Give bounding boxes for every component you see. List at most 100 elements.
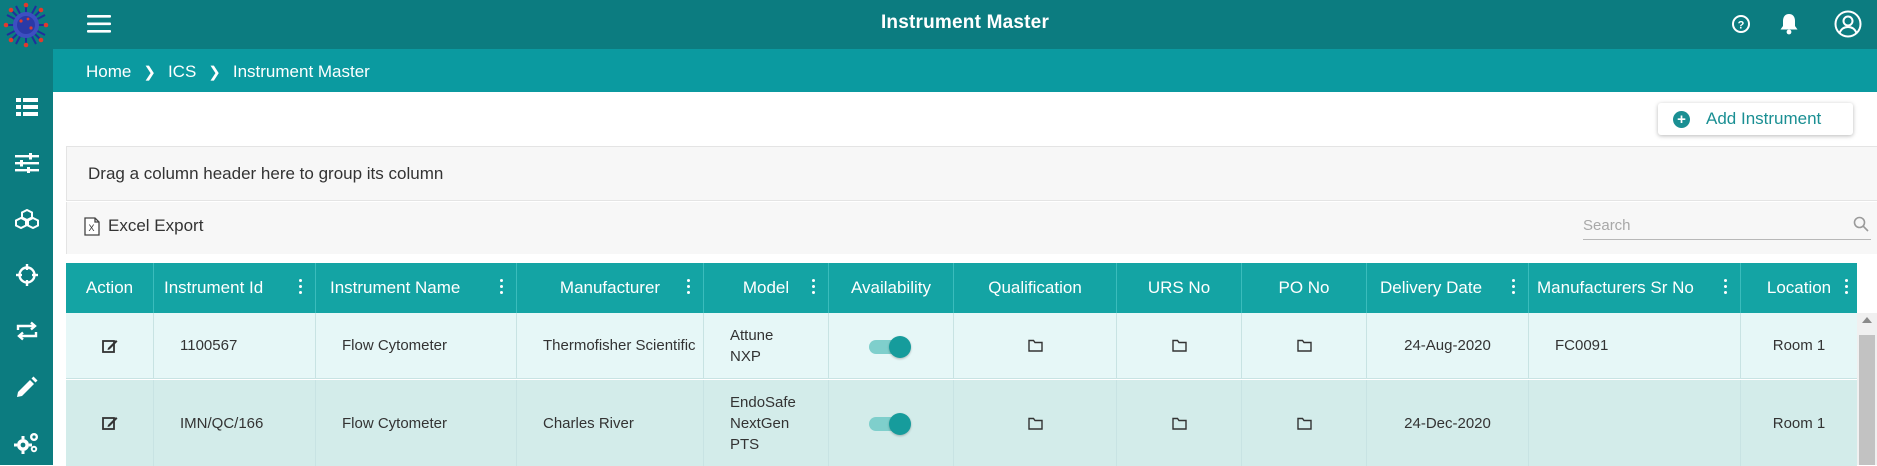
cell-location: Room 1 bbox=[1772, 414, 1826, 432]
sidebar bbox=[0, 0, 53, 465]
column-label: URS No bbox=[1147, 278, 1211, 297]
list-icon[interactable] bbox=[11, 91, 43, 123]
cell-delivery-date: 24-Aug-2020 bbox=[1367, 313, 1529, 378]
column-header-instrument-name[interactable]: Instrument Name bbox=[316, 263, 517, 313]
cell-availability bbox=[829, 313, 954, 378]
app-logo[interactable] bbox=[3, 2, 49, 48]
cell-action bbox=[66, 380, 154, 466]
pencil-icon[interactable] bbox=[11, 371, 43, 403]
cogs-icon[interactable] bbox=[11, 427, 43, 459]
column-header-location[interactable]: Location bbox=[1741, 263, 1857, 313]
scroll-up-icon[interactable] bbox=[1862, 317, 1872, 323]
cell-instrument-id: IMN/QC/166 bbox=[154, 380, 316, 466]
cell-delivery-date: 24-Dec-2020 bbox=[1367, 380, 1529, 466]
crosshair-icon[interactable] bbox=[11, 259, 43, 291]
column-header-manufacturers-sr-no[interactable]: Manufacturers Sr No bbox=[1529, 263, 1741, 313]
column-label: PO No bbox=[1278, 278, 1330, 297]
cell-po-no bbox=[1242, 313, 1367, 378]
cell-instrument-name: Flow Cytometer bbox=[316, 380, 517, 466]
table-row[interactable]: IMN/QC/166 Flow Cytometer Charles River … bbox=[66, 380, 1857, 466]
main-content: + Add Instrument Drag a column header he… bbox=[53, 92, 1877, 466]
column-menu-icon[interactable] bbox=[1724, 279, 1728, 295]
sliders-icon[interactable] bbox=[11, 147, 43, 179]
folder-icon[interactable] bbox=[1027, 417, 1043, 430]
search-icon[interactable] bbox=[1853, 216, 1869, 232]
sync-icon[interactable] bbox=[11, 315, 43, 347]
edit-icon[interactable] bbox=[101, 415, 118, 431]
column-header-model[interactable]: Model bbox=[704, 263, 829, 313]
column-header-instrument-id[interactable]: Instrument Id bbox=[154, 263, 316, 313]
chevron-right-icon: ❯ bbox=[208, 64, 221, 81]
top-bar: Instrument Master ? bbox=[53, 0, 1877, 49]
grid-toolbar: X Excel Export bbox=[66, 202, 1877, 254]
svg-text:?: ? bbox=[1738, 20, 1745, 32]
breadcrumb-bar: Home ❯ ICS ❯ Instrument Master bbox=[53, 49, 1877, 92]
cell-availability bbox=[829, 380, 954, 466]
column-header-manufacturer[interactable]: Manufacturer bbox=[517, 263, 704, 313]
search-input[interactable] bbox=[1583, 214, 1833, 236]
excel-export-button[interactable]: X Excel Export bbox=[84, 216, 203, 236]
column-label: Location bbox=[1766, 278, 1832, 297]
group-by-hint: Drag a column header here to group its c… bbox=[88, 164, 444, 183]
folder-icon[interactable] bbox=[1027, 339, 1043, 352]
help-icon[interactable]: ? bbox=[1728, 11, 1754, 37]
table-row[interactable]: 1100567 Flow Cytometer Thermofisher Scie… bbox=[66, 313, 1857, 379]
cell-manufacturer: Thermofisher Scientific bbox=[517, 313, 704, 378]
add-instrument-button[interactable]: + Add Instrument bbox=[1658, 103, 1853, 135]
column-header-qualification[interactable]: Qualification bbox=[954, 263, 1117, 313]
breadcrumb-current: Instrument Master bbox=[232, 62, 370, 81]
scrollbar-thumb[interactable] bbox=[1859, 335, 1875, 465]
cell-instrument-name: Flow Cytometer bbox=[316, 313, 517, 378]
search-box bbox=[1583, 210, 1871, 240]
cell-manufacturer-sr-no: FC0091 bbox=[1529, 313, 1741, 378]
column-menu-icon[interactable] bbox=[1845, 279, 1849, 295]
breadcrumb: Home ❯ ICS ❯ Instrument Master bbox=[86, 62, 370, 82]
column-header-urs-no[interactable]: URS No bbox=[1117, 263, 1242, 313]
cell-model: EndoSafe NextGen PTS bbox=[704, 380, 829, 466]
column-label: Qualification bbox=[988, 278, 1082, 297]
column-header-po-no[interactable]: PO No bbox=[1242, 263, 1367, 313]
svg-text:X: X bbox=[88, 223, 94, 233]
cell-manufacturer: Charles River bbox=[517, 380, 704, 466]
page-title: Instrument Master bbox=[880, 12, 1050, 33]
column-menu-icon[interactable] bbox=[812, 279, 816, 295]
chevron-right-icon: ❯ bbox=[143, 64, 156, 81]
column-label: Instrument Name bbox=[330, 278, 461, 297]
folder-icon[interactable] bbox=[1171, 417, 1187, 430]
edit-icon[interactable] bbox=[101, 338, 118, 354]
column-label: Availability bbox=[850, 278, 931, 297]
column-label: Action bbox=[85, 278, 134, 297]
column-label: Manufacturer bbox=[559, 278, 661, 297]
group-by-panel[interactable]: Drag a column header here to group its c… bbox=[66, 146, 1877, 201]
column-label: Model bbox=[742, 278, 790, 297]
column-menu-icon[interactable] bbox=[1512, 279, 1516, 295]
bell-icon[interactable] bbox=[1776, 11, 1802, 37]
breadcrumb-ics[interactable]: ICS bbox=[168, 62, 196, 82]
excel-file-icon: X bbox=[84, 216, 100, 236]
add-instrument-label: Add Instrument bbox=[1706, 109, 1822, 128]
grid-scrollbar[interactable] bbox=[1857, 313, 1877, 465]
user-icon[interactable] bbox=[1833, 9, 1863, 39]
folder-icon[interactable] bbox=[1296, 417, 1312, 430]
folder-icon[interactable] bbox=[1171, 339, 1187, 352]
cell-location: Room 1 bbox=[1772, 337, 1826, 354]
column-menu-icon[interactable] bbox=[687, 279, 691, 295]
breadcrumb-home[interactable]: Home bbox=[86, 62, 131, 82]
column-label: Instrument Id bbox=[164, 278, 264, 297]
cell-qualification bbox=[954, 313, 1117, 378]
column-header-action[interactable]: Action bbox=[66, 263, 154, 313]
cell-action bbox=[66, 313, 154, 378]
column-header-delivery-date[interactable]: Delivery Date bbox=[1367, 263, 1529, 313]
cubes-icon[interactable] bbox=[11, 203, 43, 235]
column-menu-icon[interactable] bbox=[500, 279, 504, 295]
plus-circle-icon: + bbox=[1673, 110, 1690, 128]
column-menu-icon[interactable] bbox=[299, 279, 303, 295]
cell-model: Attune NXP bbox=[704, 313, 829, 378]
column-header-availability[interactable]: Availability bbox=[829, 263, 954, 313]
availability-toggle[interactable] bbox=[869, 413, 913, 435]
column-label: Manufacturers Sr No bbox=[1537, 278, 1694, 297]
availability-toggle[interactable] bbox=[869, 335, 913, 358]
cell-instrument-id: 1100567 bbox=[154, 313, 316, 378]
folder-icon[interactable] bbox=[1296, 339, 1312, 352]
cell-qualification bbox=[954, 380, 1117, 466]
